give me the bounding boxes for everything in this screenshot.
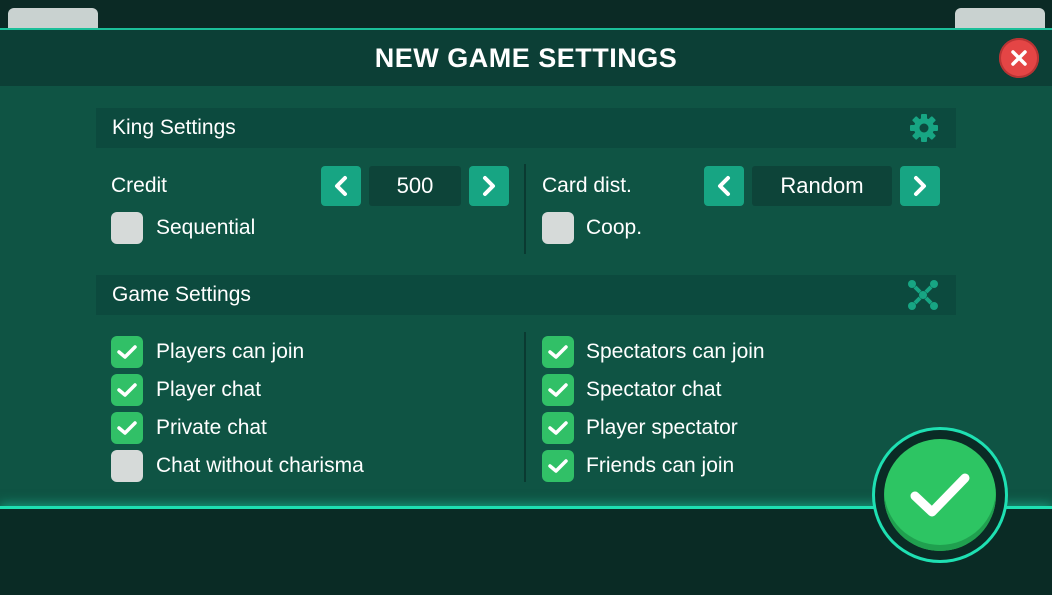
spectator-chat-label: Spectator chat <box>586 378 722 401</box>
players-can-join-label: Players can join <box>156 340 305 363</box>
gear-icon[interactable] <box>908 112 940 144</box>
top-tab-right <box>955 8 1045 30</box>
spectators-can-join-label: Spectators can join <box>586 340 765 363</box>
confirm-button[interactable] <box>875 430 1005 560</box>
dialog-title: NEW GAME SETTINGS <box>374 42 678 73</box>
coop-checkbox[interactable] <box>542 212 574 244</box>
credit-decrease-button[interactable] <box>321 166 361 206</box>
player-spectator-checkbox[interactable] <box>542 412 574 444</box>
credit-increase-button[interactable] <box>469 166 509 206</box>
check-icon <box>548 421 568 435</box>
chat-without-charisma-label: Chat without charisma <box>156 454 364 477</box>
king-settings-header: King Settings <box>96 108 956 148</box>
check-icon <box>117 345 137 359</box>
credit-value-text: 500 <box>396 173 434 198</box>
sequential-checkbox[interactable] <box>111 212 143 244</box>
players-can-join-checkbox[interactable] <box>111 336 143 368</box>
checkmark-icon <box>910 473 970 517</box>
player-chat-checkbox[interactable] <box>111 374 143 406</box>
check-icon <box>548 383 568 397</box>
coop-label: Coop. <box>586 216 643 239</box>
players-icon[interactable] <box>906 278 940 312</box>
close-icon <box>1011 50 1027 66</box>
card-dist-previous-button[interactable] <box>704 166 744 206</box>
check-icon <box>117 383 137 397</box>
check-icon <box>117 421 137 435</box>
player-spectator-label: Player spectator <box>586 416 738 439</box>
check-icon <box>548 459 568 473</box>
spectators-can-join-checkbox[interactable] <box>542 336 574 368</box>
private-chat-label: Private chat <box>156 416 267 439</box>
chat-without-charisma-checkbox[interactable] <box>111 450 143 482</box>
player-chat-label: Player chat <box>156 378 262 401</box>
game-settings-header: Game Settings <box>96 275 956 315</box>
friends-can-join-checkbox[interactable] <box>542 450 574 482</box>
dialog-titlebar: NEW GAME SETTINGS <box>0 30 1052 86</box>
card-dist-next-button[interactable] <box>900 166 940 206</box>
top-tab-left <box>8 8 98 30</box>
chevron-right-icon <box>483 176 495 196</box>
king-settings-divider <box>524 164 526 254</box>
game-settings-divider <box>524 332 526 482</box>
king-settings-title: King Settings <box>112 116 236 139</box>
settings-dialog: NEW GAME SETTINGS King Settings Credit 5… <box>0 28 1052 508</box>
private-chat-checkbox[interactable] <box>111 412 143 444</box>
chevron-left-icon <box>335 176 347 196</box>
card-dist-label: Card dist. <box>542 174 632 197</box>
friends-can-join-label: Friends can join <box>586 454 735 477</box>
chevron-right-icon <box>914 176 926 196</box>
credit-value: 500 <box>369 166 461 206</box>
close-button[interactable] <box>999 38 1039 78</box>
sequential-label: Sequential <box>156 216 256 239</box>
confirm-button-face <box>884 439 996 551</box>
check-icon <box>548 345 568 359</box>
card-dist-value: Random <box>752 166 892 206</box>
card-dist-value-text: Random <box>780 173 864 198</box>
spectator-chat-checkbox[interactable] <box>542 374 574 406</box>
credit-label: Credit <box>111 174 168 197</box>
game-settings-title: Game Settings <box>112 283 251 306</box>
chevron-left-icon <box>718 176 730 196</box>
